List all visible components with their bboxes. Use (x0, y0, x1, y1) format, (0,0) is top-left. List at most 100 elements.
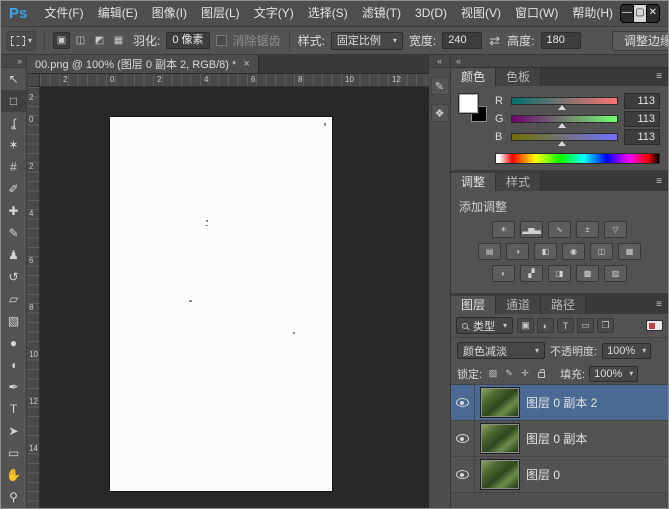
dodge-tool[interactable]: ◖ (1, 354, 26, 376)
tab-swatches[interactable]: 色板 (496, 68, 541, 86)
menu-item-edit[interactable]: 编辑(E) (91, 1, 145, 26)
filter-shape-layers-icon[interactable]: ▭ (577, 318, 594, 333)
posterize-icon[interactable]: ▞ (520, 265, 543, 282)
layer-visibility-toggle[interactable] (451, 385, 475, 420)
minimize-button[interactable]: — (621, 5, 634, 22)
document-tab[interactable]: 00.png @ 100% (图层 0 副本 2, RGB/8) * × (27, 55, 259, 73)
vibrance-icon[interactable]: ▽ (604, 221, 627, 238)
channel-value-b[interactable]: 113 (624, 129, 660, 145)
gradient-map-icon[interactable]: ▩ (576, 265, 599, 282)
layer-filter-toggle[interactable] (646, 320, 663, 331)
curves-icon[interactable]: ∿ (548, 221, 571, 238)
channel-mixer-icon[interactable]: ◫ (590, 243, 613, 260)
layer-row[interactable]: 图层 0 副本 (451, 421, 668, 457)
filter-pixel-layers-icon[interactable]: ▣ (517, 318, 534, 333)
spot-healing-brush-tool[interactable]: ✚ (1, 200, 26, 222)
antialias-checkbox[interactable] (216, 35, 227, 46)
tool-preset-picker[interactable]: ▾ (7, 31, 36, 51)
dock-collapse-button[interactable]: « (451, 55, 668, 68)
levels-icon[interactable]: ▂▅▃ (520, 221, 543, 238)
panel-menu-icon[interactable]: ≡ (650, 173, 668, 191)
tab-layers[interactable]: 图层 (451, 296, 496, 314)
color-spectrum-bar[interactable] (495, 153, 660, 164)
document-page[interactable] (110, 117, 332, 491)
feather-input[interactable]: 0 像素 (166, 32, 209, 49)
zoom-tool[interactable]: ⚲ (1, 486, 26, 508)
foreground-color-swatch[interactable] (459, 94, 478, 113)
channel-slider-r[interactable] (511, 97, 618, 105)
lock-pixels-icon[interactable]: ✎ (502, 366, 516, 381)
color-balance-icon[interactable]: ◑ (506, 243, 529, 260)
tab-styles[interactable]: 样式 (496, 173, 541, 191)
tab-close-icon[interactable]: × (243, 58, 249, 70)
history-brush-tool[interactable]: ↺ (1, 266, 26, 288)
blur-tool[interactable]: ● (1, 332, 26, 354)
hand-tool[interactable]: ✋ (1, 464, 26, 486)
magic-wand-tool[interactable]: ✶ (1, 134, 26, 156)
layer-filter-type-dropdown[interactable]: 类型 ▾ (456, 317, 513, 334)
slider-thumb[interactable] (558, 141, 566, 146)
close-button[interactable]: ✕ (647, 5, 659, 22)
clone-stamp-tool[interactable]: ♟ (1, 244, 26, 266)
width-input[interactable]: 240 (442, 32, 482, 49)
menu-item-image[interactable]: 图像(I) (145, 1, 194, 26)
intersect-selection-icon[interactable]: ▦ (110, 32, 127, 49)
menu-item-help[interactable]: 帮助(H) (565, 1, 620, 26)
lock-transparency-icon[interactable]: ▨ (486, 366, 500, 381)
eraser-tool[interactable]: ▱ (1, 288, 26, 310)
menu-item-filter[interactable]: 滤镜(T) (355, 1, 408, 26)
menu-item-type[interactable]: 文字(Y) (247, 1, 301, 26)
clone-source-panel-icon[interactable]: ❖ (431, 104, 449, 122)
invert-icon[interactable]: ◐ (492, 265, 515, 282)
rectangular-marquee-tool[interactable]: □ (1, 90, 26, 112)
brightness-contrast-icon[interactable]: ☀ (492, 221, 515, 238)
channel-value-g[interactable]: 113 (624, 111, 660, 127)
type-tool[interactable]: T (1, 398, 26, 420)
layer-thumbnail[interactable] (481, 460, 519, 489)
slider-thumb[interactable] (558, 123, 566, 128)
brush-tool[interactable]: ✎ (1, 222, 26, 244)
refine-edge-button[interactable]: 调整边缘 (612, 31, 669, 51)
menu-item-select[interactable]: 选择(S) (301, 1, 355, 26)
layer-thumbnail[interactable] (481, 424, 519, 453)
layer-row[interactable]: 图层 0 副本 2 (451, 385, 668, 421)
crop-tool[interactable]: # (1, 156, 26, 178)
swap-width-height-button[interactable]: ⇄ (488, 33, 501, 49)
move-tool[interactable]: ↖ (1, 68, 26, 90)
layer-row[interactable]: 图层 0 (451, 457, 668, 493)
tab-adjustments[interactable]: 调整 (451, 173, 496, 191)
style-dropdown[interactable]: 固定比例 ▾ (331, 32, 403, 50)
opacity-dropdown[interactable]: 100% ▾ (602, 343, 651, 359)
menu-item-window[interactable]: 窗口(W) (508, 1, 565, 26)
height-input[interactable]: 180 (541, 32, 581, 49)
filter-smart-objects-icon[interactable]: ❒ (597, 318, 614, 333)
pen-tool[interactable]: ✒ (1, 376, 26, 398)
channel-value-r[interactable]: 113 (624, 93, 660, 109)
menu-item-file[interactable]: 文件(F) (37, 1, 90, 26)
tab-paths[interactable]: 路径 (541, 296, 586, 314)
filter-adjustment-layers-icon[interactable]: ◐ (537, 318, 554, 333)
canvas[interactable] (40, 87, 429, 508)
channel-slider-b[interactable] (511, 133, 618, 141)
channel-slider-g[interactable] (511, 115, 618, 123)
menu-item-view[interactable]: 视图(V) (454, 1, 508, 26)
menu-item-3d[interactable]: 3D(D) (408, 1, 454, 26)
exposure-icon[interactable]: ± (576, 221, 599, 238)
tab-channels[interactable]: 通道 (496, 296, 541, 314)
lock-all-icon[interactable] (534, 366, 548, 381)
horizontal-ruler[interactable]: 2024681012 (40, 74, 429, 87)
menu-item-layer[interactable]: 图层(L) (194, 1, 247, 26)
layer-thumbnail[interactable] (481, 388, 519, 417)
color-lookup-icon[interactable]: ▦ (618, 243, 641, 260)
maximize-button[interactable]: ▢ (634, 5, 647, 22)
gradient-tool[interactable]: ▧ (1, 310, 26, 332)
lock-position-icon[interactable]: ✛ (518, 366, 532, 381)
path-selection-tool[interactable]: ➤ (1, 420, 26, 442)
hue-saturation-icon[interactable]: ▤ (478, 243, 501, 260)
new-selection-icon[interactable]: ▣ (53, 32, 70, 49)
subtract-from-selection-icon[interactable]: ◩ (91, 32, 108, 49)
panel-menu-icon[interactable]: ≡ (650, 68, 668, 86)
black-white-icon[interactable]: ◧ (534, 243, 557, 260)
brush-panel-icon[interactable]: ✎ (431, 77, 449, 95)
rectangle-tool[interactable]: ▭ (1, 442, 26, 464)
